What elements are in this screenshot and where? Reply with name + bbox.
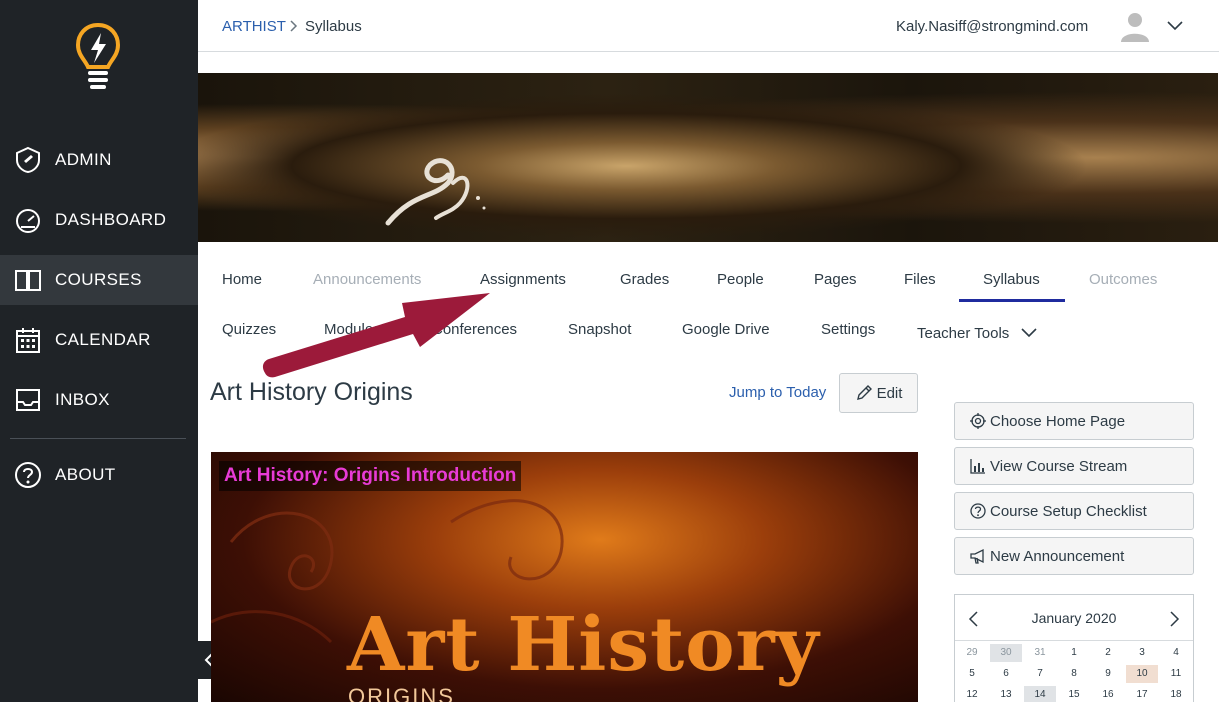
nav-label-dashboard: DASHBOARD [55,210,167,229]
banner-ornament-icon [385,158,486,226]
chevron-down-icon[interactable] [1166,17,1184,35]
teacher-tools-chevron-down-icon[interactable] [1020,326,1038,340]
calendar-day[interactable]: 17 [1126,686,1158,702]
edit-button-label: Edit [876,384,903,402]
nav-divider [10,438,186,439]
calendar-day[interactable]: 16 [1092,686,1124,702]
nav-label-inbox: INBOX [55,390,110,409]
calendar-day[interactable]: 15 [1058,686,1090,702]
course-setup-checklist-label: Course Setup Checklist [990,502,1147,520]
calendar-icon [16,328,40,353]
hero-subtitle: ORIGINS [348,684,455,702]
nav-label-calendar: CALENDAR [55,330,151,349]
active-tab-indicator [959,299,1065,302]
breadcrumb-chevron-icon [290,20,298,32]
hero-title: Art History [347,602,820,688]
calendar-day[interactable]: 30 [990,644,1022,662]
tab-people[interactable]: People [717,271,764,288]
nav-item-admin[interactable]: ADMIN [0,135,198,185]
hero-caption: Art History: Origins Introduction [219,461,522,491]
nav-item-about[interactable]: ABOUT [0,450,198,500]
tab-teacher-tools[interactable]: Teacher Tools [917,325,1009,342]
nav-label-admin: ADMIN [55,150,112,169]
tab-grades[interactable]: Grades [620,271,669,288]
tab-assignments[interactable]: Assignments [480,271,566,288]
tab-snapshot[interactable]: Snapshot [568,321,631,338]
nav-item-calendar[interactable]: CALENDAR [0,315,198,365]
tab-pages[interactable]: Pages [814,271,857,288]
jump-to-today-link[interactable]: Jump to Today [729,384,826,401]
calendar-day[interactable]: 11 [1160,665,1192,683]
megaphone-icon [970,548,984,564]
tab-announcements[interactable]: Announcements [313,271,421,288]
edit-button[interactable]: Edit [839,373,918,413]
breadcrumb-current-page: Syllabus [305,18,362,35]
calendar-day[interactable]: 4 [1160,644,1192,662]
tab-settings[interactable]: Settings [821,321,875,338]
tab-home[interactable]: Home [222,271,262,288]
calendar-day[interactable]: 5 [956,665,988,683]
tab-modules[interactable]: Modules [324,321,381,338]
calendar-month-label: January 2020 [1031,610,1117,626]
mini-calendar: January 2020 29 30 31 1 2 3 4 5 6 7 8 9 10 11 12 13 14 15… [954,594,1194,702]
inbox-icon [16,389,40,411]
tab-syllabus[interactable]: Syllabus [983,271,1040,288]
calendar-day[interactable]: 2 [1092,644,1124,662]
nav-item-inbox[interactable]: INBOX [0,375,198,425]
calendar-day[interactable]: 8 [1058,665,1090,683]
breadcrumb-course-link[interactable]: ARTHIST [222,18,286,35]
calendar-header: January 2020 [955,595,1193,641]
admin-shield-icon [16,146,40,174]
course-setup-checklist-button[interactable]: Course Setup Checklist [954,492,1194,530]
tab-files[interactable]: Files [904,271,936,288]
calendar-day[interactable]: 29 [956,644,988,662]
view-course-stream-label: View Course Stream [990,457,1128,475]
calendar-day[interactable]: 10 [1126,665,1158,683]
nav-item-dashboard[interactable]: DASHBOARD [0,195,198,245]
choose-home-page-label: Choose Home Page [990,412,1126,430]
pencil-icon [856,385,872,400]
view-course-stream-button[interactable]: View Course Stream [954,447,1194,485]
avatar[interactable] [1118,9,1152,43]
question-icon [15,462,41,488]
course-banner-image [198,73,1218,242]
calendar-day[interactable]: 1 [1058,644,1090,662]
tab-conferences[interactable]: Conferences [432,321,517,338]
book-icon [15,270,41,291]
nav-label-about: ABOUT [55,465,116,484]
top-header: ARTHIST Syllabus Kaly.Nasiff@strongmind.… [198,0,1219,52]
target-icon [970,413,986,429]
calendar-day[interactable]: 18 [1160,686,1192,702]
calendar-day[interactable]: 7 [1024,665,1056,683]
nav-item-courses[interactable]: COURSES [0,255,198,305]
calendar-day[interactable]: 13 [990,686,1022,702]
stream-chart-icon [970,459,985,474]
nav-label-courses: COURSES [55,270,142,289]
calendar-day[interactable]: 6 [990,665,1022,683]
tab-quizzes[interactable]: Quizzes [222,321,276,338]
tab-outcomes[interactable]: Outcomes [1089,271,1157,288]
chevron-right-icon[interactable] [1167,610,1181,628]
calendar-day[interactable]: 12 [956,686,988,702]
calendar-day[interactable]: 31 [1024,644,1056,662]
new-announcement-label: New Announcement [990,547,1125,565]
dashboard-gauge-icon [16,209,40,233]
calendar-day[interactable]: 14 [1024,686,1056,702]
tab-google-drive[interactable]: Google Drive [682,321,770,338]
new-announcement-button[interactable]: New Announcement [954,537,1194,575]
user-email[interactable]: Kaly.Nasiff@strongmind.com [896,18,1088,35]
lightbulb-logo-icon[interactable] [75,22,121,92]
page-title: Art History Origins [210,378,413,406]
question-circle-icon [970,503,986,519]
choose-home-page-button[interactable]: Choose Home Page [954,402,1194,440]
calendar-day[interactable]: 3 [1126,644,1158,662]
calendar-day[interactable]: 9 [1092,665,1124,683]
syllabus-hero-image: Art History: Origins Introduction Art Hi… [211,452,918,702]
global-nav-sidebar: ADMIN DASHBOARD COURSES CALENDAR INBOX A… [0,0,198,702]
